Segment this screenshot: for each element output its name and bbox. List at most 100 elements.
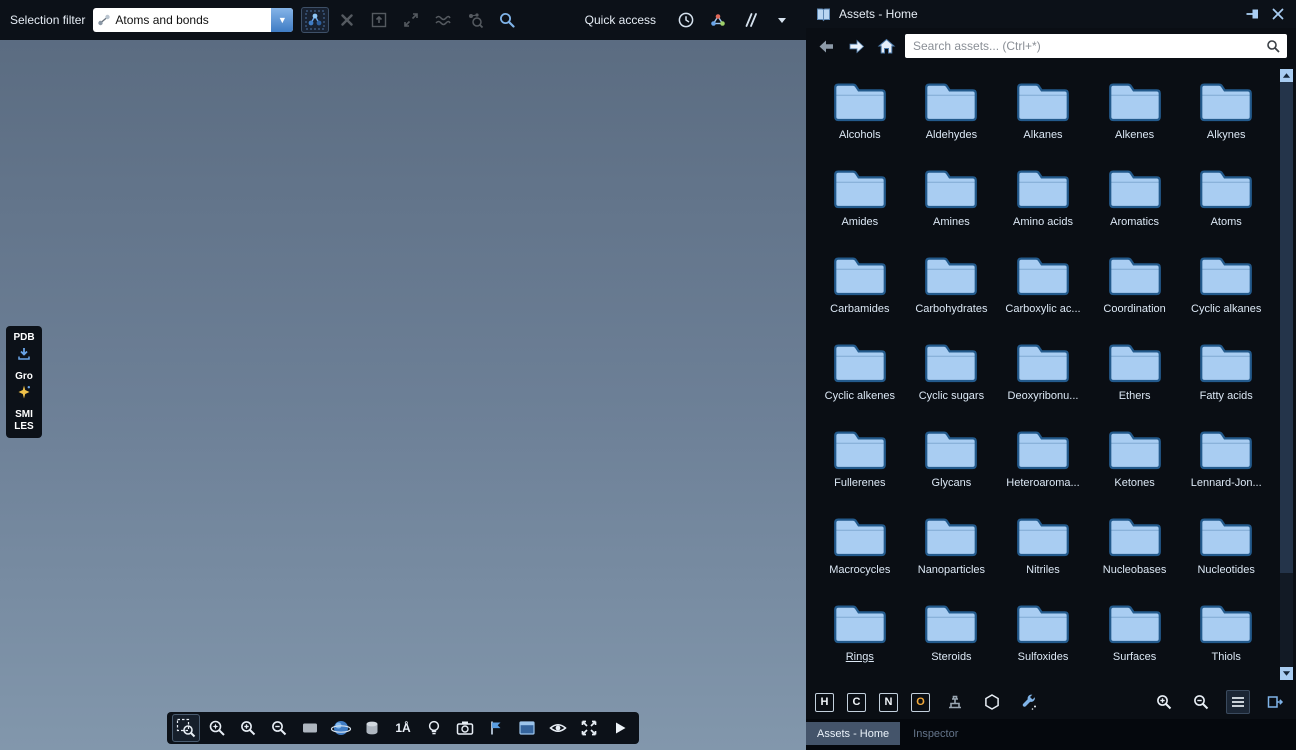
asset-folder[interactable]: Alkynes — [1180, 70, 1272, 157]
smiles-import-button[interactable]: SMI LES — [14, 409, 33, 432]
pdb-import-button[interactable]: PDB — [13, 332, 34, 362]
search-input[interactable] — [911, 38, 1262, 54]
asset-folder[interactable]: Macrocycles — [814, 505, 906, 592]
scrollbar-track[interactable] — [1280, 82, 1293, 667]
scrollbar-thumb[interactable] — [1280, 82, 1293, 573]
measure-button[interactable] — [736, 7, 764, 33]
asset-folder[interactable]: Rings — [814, 592, 906, 679]
element-h-button[interactable]: H — [815, 693, 834, 712]
element-n-button[interactable]: N — [879, 693, 898, 712]
tab-assets-home[interactable]: Assets - Home — [806, 722, 900, 745]
assets-zoom-out-button[interactable] — [1189, 690, 1213, 714]
asset-folder[interactable]: Fatty acids — [1180, 331, 1272, 418]
assets-zoom-in-button[interactable] — [1152, 690, 1176, 714]
asset-folder[interactable]: Ketones — [1089, 418, 1181, 505]
asset-folder[interactable]: Carbohydrates — [906, 244, 998, 331]
presentation-button[interactable] — [513, 714, 541, 742]
recent-button[interactable] — [672, 7, 700, 33]
zoom-region-button[interactable] — [172, 714, 200, 742]
scroll-down-button[interactable] — [1280, 667, 1293, 680]
asset-folder[interactable]: Nitriles — [997, 505, 1089, 592]
zoom-in-button[interactable] — [234, 714, 262, 742]
asset-folder[interactable]: Cyclic sugars — [906, 331, 998, 418]
clear-selection-button[interactable] — [333, 7, 361, 33]
build-tool-button[interactable] — [943, 690, 967, 714]
asset-folder[interactable]: Coordination — [1089, 244, 1181, 331]
tab-inspector[interactable]: Inspector — [902, 722, 969, 745]
asset-folder[interactable]: Amino acids — [997, 157, 1089, 244]
assets-toolbar: HCNO — [806, 685, 1296, 719]
zoom-out-button[interactable] — [265, 714, 293, 742]
gro-import-button[interactable]: Gro — [15, 371, 33, 401]
asset-folder[interactable]: Amides — [814, 157, 906, 244]
asset-folder[interactable]: Surfaces — [1089, 592, 1181, 679]
forward-button[interactable] — [845, 35, 867, 57]
select-parent-button[interactable] — [365, 7, 393, 33]
home-button[interactable] — [875, 35, 897, 57]
asset-folder[interactable]: Nanoparticles — [906, 505, 998, 592]
fullscreen-button[interactable] — [575, 714, 603, 742]
asset-folder[interactable]: Nucleotides — [1180, 505, 1272, 592]
fix-tool-button[interactable] — [1017, 690, 1041, 714]
scrollbar[interactable] — [1280, 69, 1293, 680]
asset-folder[interactable]: Lennard-Jon... — [1180, 418, 1272, 505]
select-similar-button[interactable] — [461, 7, 489, 33]
annotation-button[interactable] — [482, 714, 510, 742]
cylinder-button[interactable] — [358, 714, 386, 742]
folder-label: Sulfoxides — [1018, 651, 1069, 663]
asset-folder[interactable]: Alkanes — [997, 70, 1089, 157]
asset-folder[interactable]: Carboxylic ac... — [997, 244, 1089, 331]
dropdown-arrow-button[interactable]: ▼ — [271, 8, 293, 32]
asset-folder[interactable]: Thiols — [1180, 592, 1272, 679]
asset-folder[interactable]: Fullerenes — [814, 418, 906, 505]
bonds-wave-icon — [434, 11, 452, 29]
visibility-button[interactable] — [544, 714, 572, 742]
ring-tool-button[interactable] — [980, 690, 1004, 714]
selection-filter-dropdown[interactable]: Atoms and bonds ▼ — [93, 8, 293, 32]
select-bonds-button[interactable] — [429, 7, 457, 33]
zoom-fit-button[interactable] — [203, 714, 231, 742]
list-view-button[interactable] — [1226, 690, 1250, 714]
asset-folder[interactable]: Aromatics — [1089, 157, 1181, 244]
expand-selection-button[interactable] — [397, 7, 425, 33]
asset-folder[interactable]: Cyclic alkanes — [1180, 244, 1272, 331]
play-button[interactable] — [606, 714, 634, 742]
element-c-button[interactable]: C — [847, 693, 866, 712]
wrench-icon — [1020, 693, 1038, 711]
asset-folder[interactable]: Atoms — [1180, 157, 1272, 244]
scale-button[interactable]: 1Å — [389, 714, 417, 742]
search-selection-button[interactable] — [493, 7, 521, 33]
asset-folder[interactable]: Cyclic alkenes — [814, 331, 906, 418]
library-icon — [815, 6, 832, 23]
view-plane-button[interactable] — [296, 714, 324, 742]
asset-folder[interactable]: Aldehydes — [906, 70, 998, 157]
asset-folder[interactable]: Amines — [906, 157, 998, 244]
asset-folder[interactable]: Nucleobases — [1089, 505, 1181, 592]
select-molecule-button[interactable] — [301, 7, 329, 33]
pin-button[interactable] — [1244, 5, 1262, 23]
folder-icon — [922, 252, 980, 298]
viewport-3d[interactable]: Selection filter Atoms and bonds ▼ Quick… — [0, 0, 806, 750]
asset-folder[interactable]: Deoxyribonu... — [997, 331, 1089, 418]
asset-folder[interactable]: Ethers — [1089, 331, 1181, 418]
add-molecule-button[interactable] — [704, 7, 732, 33]
close-button[interactable] — [1269, 5, 1287, 23]
orbit-button[interactable] — [327, 714, 355, 742]
light-button[interactable] — [420, 714, 448, 742]
element-o-button[interactable]: O — [911, 693, 930, 712]
asset-folder[interactable]: Steroids — [906, 592, 998, 679]
quick-access-menu-button[interactable] — [768, 7, 796, 33]
panel-toggle-button[interactable] — [1263, 690, 1287, 714]
folder-label: Nanoparticles — [918, 564, 985, 576]
folder-label: Carbohydrates — [915, 303, 987, 315]
asset-folder[interactable]: Heteroaroma... — [997, 418, 1089, 505]
folder-label: Surfaces — [1113, 651, 1156, 663]
asset-folder[interactable]: Glycans — [906, 418, 998, 505]
asset-folder[interactable]: Alkenes — [1089, 70, 1181, 157]
asset-folder[interactable]: Carbamides — [814, 244, 906, 331]
camera-button[interactable] — [451, 714, 479, 742]
asset-folder[interactable]: Alcohols — [814, 70, 906, 157]
asset-folder[interactable]: Sulfoxides — [997, 592, 1089, 679]
scroll-up-button[interactable] — [1280, 69, 1293, 82]
back-button[interactable] — [815, 35, 837, 57]
